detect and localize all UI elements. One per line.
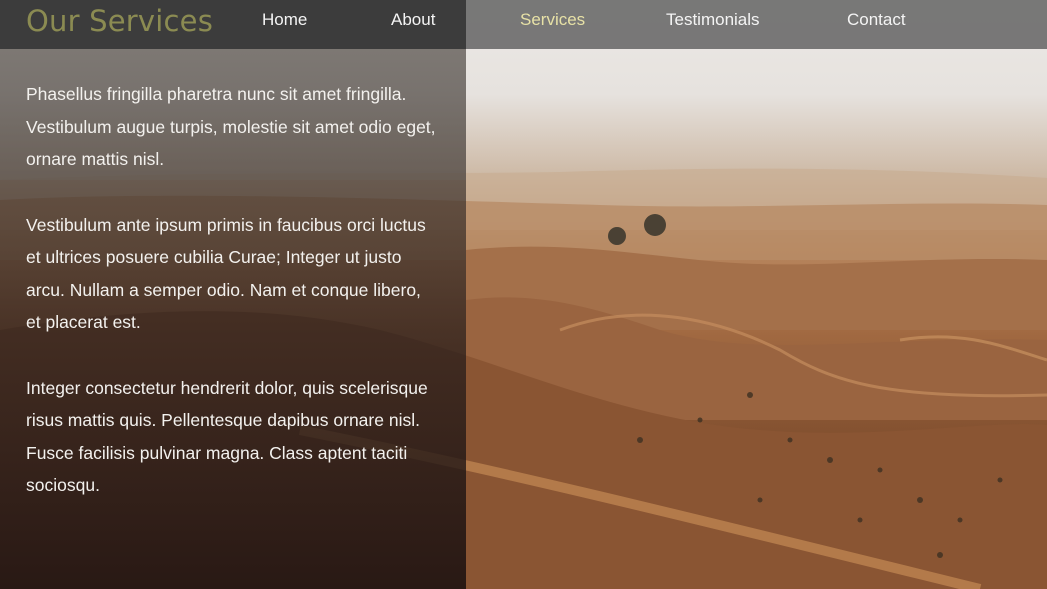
- services-paragraph-3: Integer consectetur hendrerit dolor, qui…: [26, 377, 428, 496]
- services-paragraph-2: Vestibulum ante ipsum primis in faucibus…: [26, 214, 426, 333]
- page-title: Our Services: [26, 4, 214, 38]
- nav-link-testimonials[interactable]: Testimonials: [666, 10, 760, 30]
- nav-link-contact[interactable]: Contact: [847, 10, 906, 30]
- nav-link-services[interactable]: Services: [520, 10, 585, 30]
- services-content: Phasellus fringilla pharetra nunc sit am…: [26, 78, 436, 535]
- top-navbar: Our Services Home About Services Testimo…: [0, 0, 1047, 49]
- services-paragraph-1: Phasellus fringilla pharetra nunc sit am…: [26, 84, 436, 169]
- nav-link-about[interactable]: About: [391, 10, 435, 30]
- nav-link-home[interactable]: Home: [262, 10, 307, 30]
